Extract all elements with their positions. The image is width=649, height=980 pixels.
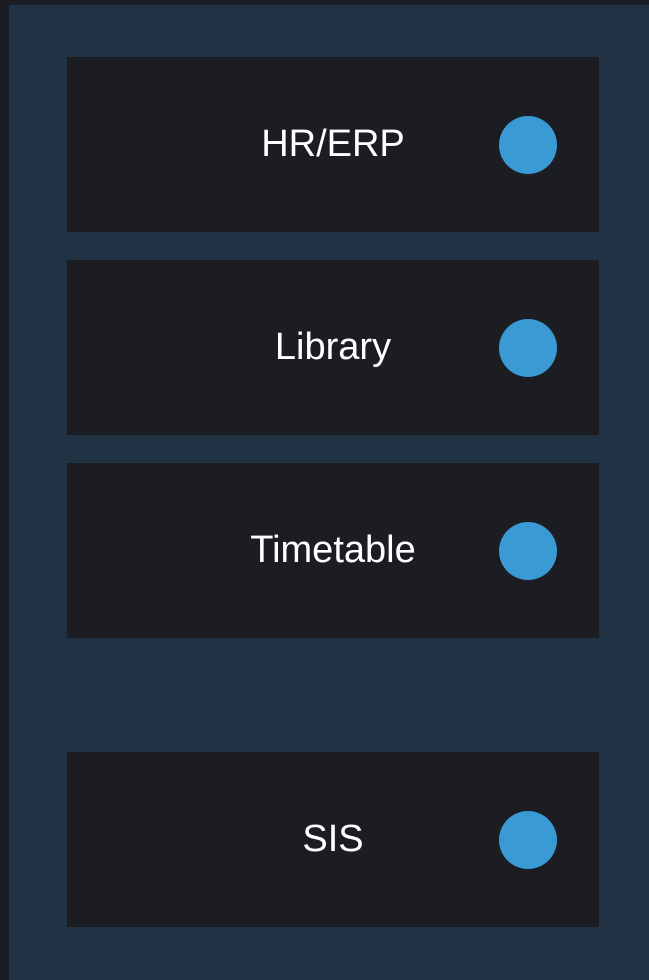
status-dot-icon <box>499 319 557 377</box>
system-box-sis: SIS <box>67 752 599 927</box>
status-dot-icon <box>499 116 557 174</box>
system-box-library: Library <box>67 260 599 435</box>
status-dot-icon <box>499 811 557 869</box>
system-box-timetable: Timetable <box>67 463 599 638</box>
system-box-hr-erp: HR/ERP <box>67 57 599 232</box>
status-dot-icon <box>499 522 557 580</box>
